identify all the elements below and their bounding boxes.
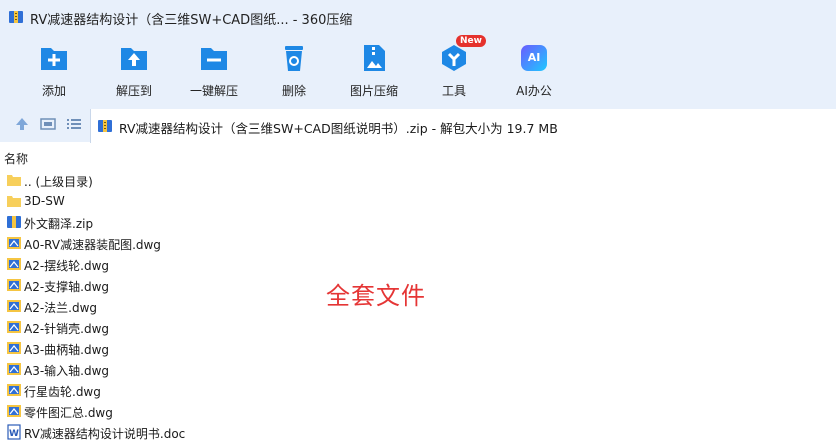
extract-to-icon bbox=[118, 42, 150, 74]
folder-icon bbox=[7, 196, 21, 207]
ai-office-label: AI办公 bbox=[516, 84, 552, 98]
path-text: RV减速器结构设计（含三维SW+CAD图纸说明书）.zip - 解包大小为 19… bbox=[119, 121, 558, 136]
add-icon bbox=[38, 42, 70, 74]
ai-office-button[interactable]: AI AI办公 bbox=[494, 40, 574, 100]
one-click-extract-button[interactable]: 一键解压 bbox=[174, 40, 254, 100]
image-compress-icon bbox=[358, 42, 390, 74]
dwg-file-icon bbox=[7, 363, 21, 375]
image-compress-button[interactable]: 图片压缩 bbox=[334, 40, 414, 100]
list-item[interactable]: A3-曲柄轴.dwg bbox=[0, 338, 836, 359]
dwg-file-icon bbox=[7, 405, 21, 417]
list-item[interactable]: A0-RV减速器装配图.dwg bbox=[0, 233, 836, 254]
delete-label: 删除 bbox=[281, 84, 306, 98]
extract-to-button[interactable]: 解压到 bbox=[94, 40, 174, 100]
list-item[interactable]: 零件图汇总.dwg bbox=[0, 401, 836, 422]
list-item[interactable]: A2-针销壳.dwg bbox=[0, 317, 836, 338]
ai-icon-text: AI bbox=[521, 45, 547, 71]
folder-icon bbox=[7, 175, 21, 186]
list-view-icon[interactable] bbox=[66, 116, 82, 132]
delete-button[interactable]: 删除 bbox=[254, 40, 334, 100]
zip-archive-icon bbox=[9, 11, 23, 23]
word-doc-icon: W bbox=[7, 424, 21, 440]
tools-icon: New bbox=[438, 35, 486, 74]
dwg-file-icon bbox=[7, 300, 21, 312]
toolbar: 添加 解压到 一键解压 删除 图片压缩 New 工具 AI AI办公 bbox=[0, 34, 836, 106]
list-item[interactable]: 行星齿轮.dwg bbox=[0, 380, 836, 401]
ai-office-icon: AI bbox=[518, 42, 550, 74]
dwg-file-icon bbox=[7, 258, 21, 270]
zip-archive-icon bbox=[98, 120, 112, 132]
list-item[interactable]: A2-摆线轮.dwg bbox=[0, 254, 836, 275]
tools-button[interactable]: New 工具 bbox=[414, 35, 494, 100]
window-title: RV减速器结构设计（含三维SW+CAD图纸... - 360压缩 bbox=[30, 13, 353, 28]
up-arrow-icon[interactable] bbox=[14, 116, 30, 132]
image-compress-label: 图片压缩 bbox=[349, 84, 398, 98]
dwg-file-icon bbox=[7, 342, 21, 354]
list-item[interactable]: .. (上级目录) bbox=[0, 170, 836, 191]
svg-text:W: W bbox=[9, 429, 19, 439]
dwg-file-icon bbox=[7, 279, 21, 291]
list-item[interactable]: A3-输入轴.dwg bbox=[0, 359, 836, 380]
add-label: 添加 bbox=[41, 84, 66, 98]
trash-icon bbox=[278, 42, 310, 74]
details-view-icon[interactable] bbox=[40, 116, 56, 132]
new-badge: New bbox=[456, 35, 486, 47]
list-item[interactable]: W RV减速器结构设计说明书.doc bbox=[0, 422, 836, 443]
add-button[interactable]: 添加 bbox=[14, 40, 94, 100]
title-bar: RV减速器结构设计（含三维SW+CAD图纸... - 360压缩 bbox=[0, 0, 836, 34]
one-click-extract-label: 一键解压 bbox=[189, 84, 238, 98]
dwg-file-icon bbox=[7, 384, 21, 396]
extract-to-label: 解压到 bbox=[115, 84, 152, 98]
address-bar: RV减速器结构设计（含三维SW+CAD图纸说明书）.zip - 解包大小为 19… bbox=[0, 106, 836, 143]
zip-archive-icon bbox=[7, 216, 21, 228]
column-header-name[interactable]: 名称 bbox=[4, 150, 28, 167]
list-item[interactable]: 3D-SW bbox=[0, 191, 836, 212]
dwg-file-icon bbox=[7, 237, 21, 249]
tools-label: 工具 bbox=[441, 84, 466, 98]
dwg-file-icon bbox=[7, 321, 21, 333]
overlay-caption: 全套文件 bbox=[326, 282, 426, 310]
one-click-extract-icon bbox=[198, 42, 230, 74]
path-field[interactable]: RV减速器结构设计（含三维SW+CAD图纸说明书）.zip - 解包大小为 19… bbox=[90, 109, 836, 143]
list-item[interactable]: 外文翻泽.zip bbox=[0, 212, 836, 233]
